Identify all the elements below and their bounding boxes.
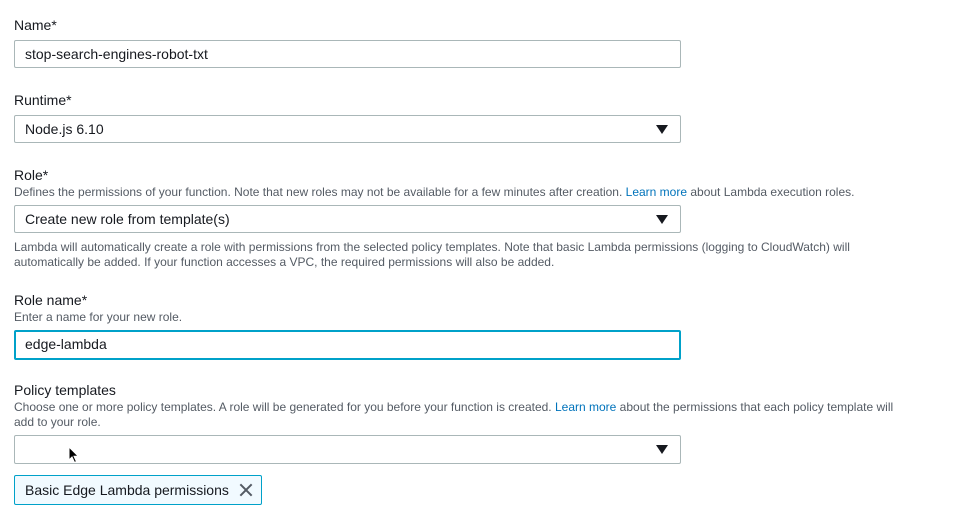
role-description-text: Defines the permissions of your function… [14, 185, 626, 199]
policy-token: Basic Edge Lambda permissions [14, 475, 262, 505]
role-name-input[interactable]: edge-lambda [14, 330, 681, 360]
policy-templates-description: Choose one or more policy templates. A r… [14, 400, 914, 430]
role-learn-more-link[interactable]: Learn more [626, 185, 687, 199]
runtime-select[interactable]: Node.js 6.10 [14, 115, 681, 143]
role-name-label: Role name* [14, 292, 88, 308]
role-description: Defines the permissions of your function… [14, 185, 854, 200]
role-help-text: Lambda will automatically create a role … [14, 240, 850, 269]
mouse-pointer-icon [68, 446, 80, 464]
role-description-suffix: about Lambda execution roles. [687, 185, 855, 199]
role-select[interactable]: Create new role from template(s) [14, 205, 681, 233]
close-icon[interactable] [239, 483, 253, 497]
lambda-function-form: Name* stop-search-engines-robot-txt Runt… [0, 0, 959, 519]
policy-templates-learn-more-link[interactable]: Learn more [555, 400, 616, 414]
role-label: Role* [14, 167, 49, 183]
policy-templates-label: Policy templates [14, 382, 116, 398]
name-input[interactable]: stop-search-engines-robot-txt [14, 40, 681, 68]
role-select-value: Create new role from template(s) [25, 211, 230, 227]
role-name-description: Enter a name for your new role. [14, 310, 183, 324]
caret-down-icon [656, 215, 668, 224]
runtime-label: Runtime* [14, 92, 72, 108]
policy-token-label: Basic Edge Lambda permissions [25, 482, 229, 498]
policy-templates-select[interactable] [14, 435, 681, 464]
name-label: Name* [14, 17, 57, 33]
runtime-select-value: Node.js 6.10 [25, 121, 104, 137]
caret-down-icon [656, 445, 668, 454]
caret-down-icon [656, 125, 668, 134]
policy-templates-description-text: Choose one or more policy templates. A r… [14, 400, 555, 414]
